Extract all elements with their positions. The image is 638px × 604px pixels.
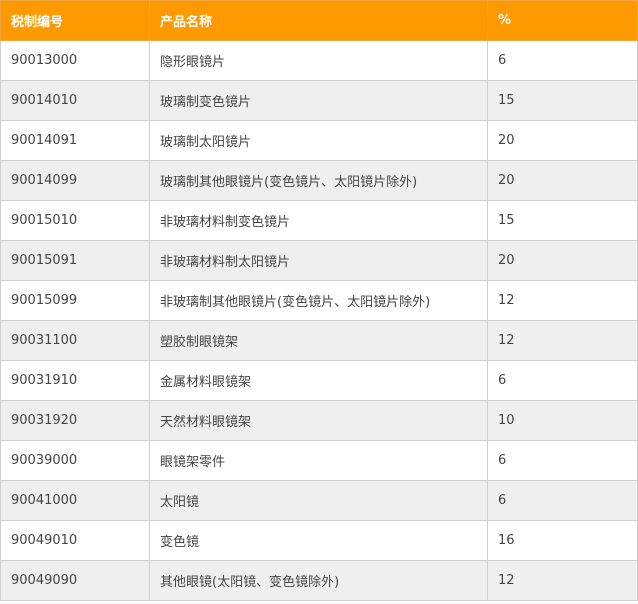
header-tax-code: 税制编号 bbox=[0, 0, 150, 41]
cell-rate: 15 bbox=[487, 200, 638, 241]
cell-tax-code: 90014010 bbox=[0, 80, 150, 121]
cell-product-name: 塑胶制眼镜架 bbox=[149, 320, 488, 361]
table-body: 90013000 隐形眼镜片 6 90014010 玻璃制变色镜片 15 900… bbox=[0, 40, 638, 601]
cell-rate: 10 bbox=[487, 400, 638, 441]
cell-tax-code: 90031910 bbox=[0, 360, 150, 401]
table-row: 90041000 太阳镜 6 bbox=[0, 480, 638, 521]
cell-product-name: 天然材料眼镜架 bbox=[149, 400, 488, 441]
cell-product-name: 非玻璃材料制太阳镜片 bbox=[149, 240, 488, 281]
table-row: 90031920 天然材料眼镜架 10 bbox=[0, 400, 638, 441]
tariff-table: 税制编号 产品名称 % 90013000 隐形眼镜片 6 90014010 玻璃… bbox=[0, 0, 638, 601]
cell-tax-code: 90015099 bbox=[0, 280, 150, 321]
table-row: 90015010 非玻璃材料制变色镜片 15 bbox=[0, 200, 638, 241]
table-row: 90014091 玻璃制太阳镜片 20 bbox=[0, 120, 638, 161]
table-row: 90015091 非玻璃材料制太阳镜片 20 bbox=[0, 240, 638, 281]
table-row: 90049010 变色镜 16 bbox=[0, 520, 638, 561]
cell-tax-code: 90014099 bbox=[0, 160, 150, 201]
table-row: 90031910 金属材料眼镜架 6 bbox=[0, 360, 638, 401]
cell-product-name: 金属材料眼镜架 bbox=[149, 360, 488, 401]
table-row: 90014099 玻璃制其他眼镜片(变色镜片、太阳镜片除外) 20 bbox=[0, 160, 638, 201]
cell-rate: 20 bbox=[487, 160, 638, 201]
header-rate: % bbox=[487, 0, 638, 41]
cell-rate: 12 bbox=[487, 560, 638, 601]
cell-tax-code: 90049010 bbox=[0, 520, 150, 561]
cell-tax-code: 90041000 bbox=[0, 480, 150, 521]
cell-rate: 6 bbox=[487, 440, 638, 481]
table-header: 税制编号 产品名称 % bbox=[0, 0, 638, 41]
cell-product-name: 变色镜 bbox=[149, 520, 488, 561]
cell-product-name: 玻璃制变色镜片 bbox=[149, 80, 488, 121]
cell-product-name: 非玻璃制其他眼镜片(变色镜片、太阳镜片除外) bbox=[149, 280, 488, 321]
cell-rate: 6 bbox=[487, 480, 638, 521]
cell-tax-code: 90049090 bbox=[0, 560, 150, 601]
header-row: 税制编号 产品名称 % bbox=[0, 0, 638, 41]
cell-rate: 20 bbox=[487, 120, 638, 161]
cell-tax-code: 90014091 bbox=[0, 120, 150, 161]
table-row: 90015099 非玻璃制其他眼镜片(变色镜片、太阳镜片除外) 12 bbox=[0, 280, 638, 321]
cell-rate: 12 bbox=[487, 280, 638, 321]
table-row: 90013000 隐形眼镜片 6 bbox=[0, 40, 638, 81]
cell-rate: 20 bbox=[487, 240, 638, 281]
table-row: 90049090 其他眼镜(太阳镜、变色镜除外) 12 bbox=[0, 560, 638, 601]
cell-product-name: 玻璃制太阳镜片 bbox=[149, 120, 488, 161]
cell-product-name: 非玻璃材料制变色镜片 bbox=[149, 200, 488, 241]
cell-rate: 6 bbox=[487, 40, 638, 81]
cell-product-name: 玻璃制其他眼镜片(变色镜片、太阳镜片除外) bbox=[149, 160, 488, 201]
table-row: 90039000 眼镜架零件 6 bbox=[0, 440, 638, 481]
cell-product-name: 太阳镜 bbox=[149, 480, 488, 521]
cell-tax-code: 90031920 bbox=[0, 400, 150, 441]
header-product-name: 产品名称 bbox=[149, 0, 488, 41]
cell-rate: 12 bbox=[487, 320, 638, 361]
cell-rate: 15 bbox=[487, 80, 638, 121]
cell-tax-code: 90039000 bbox=[0, 440, 150, 481]
cell-tax-code: 90015091 bbox=[0, 240, 150, 281]
cell-rate: 16 bbox=[487, 520, 638, 561]
cell-tax-code: 90013000 bbox=[0, 40, 150, 81]
cell-product-name: 其他眼镜(太阳镜、变色镜除外) bbox=[149, 560, 488, 601]
cell-product-name: 眼镜架零件 bbox=[149, 440, 488, 481]
cell-tax-code: 90015010 bbox=[0, 200, 150, 241]
table-row: 90014010 玻璃制变色镜片 15 bbox=[0, 80, 638, 121]
cell-product-name: 隐形眼镜片 bbox=[149, 40, 488, 81]
cell-rate: 6 bbox=[487, 360, 638, 401]
cell-tax-code: 90031100 bbox=[0, 320, 150, 361]
table-row: 90031100 塑胶制眼镜架 12 bbox=[0, 320, 638, 361]
